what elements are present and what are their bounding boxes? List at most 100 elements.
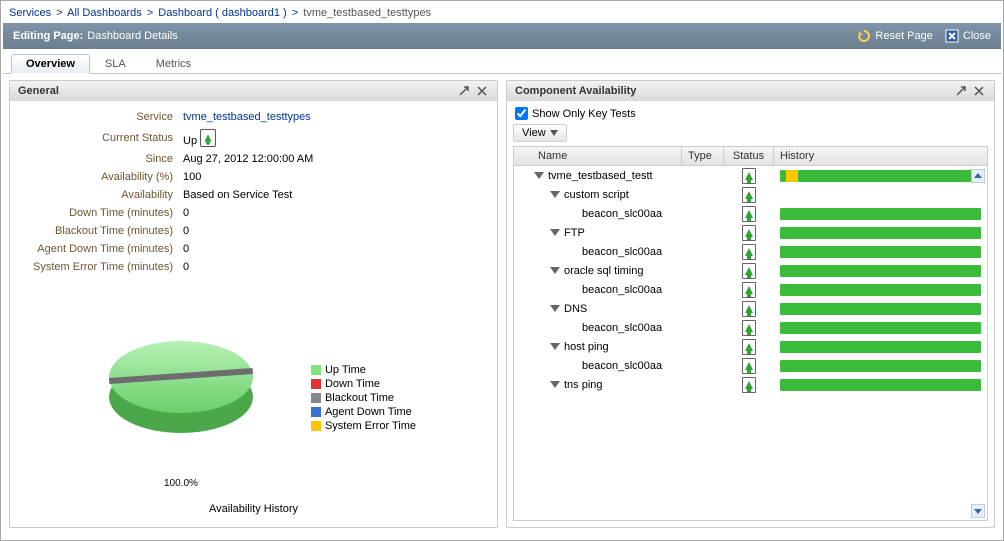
tab-metrics[interactable]: Metrics <box>141 54 206 74</box>
legend-item: Down Time <box>311 378 416 390</box>
down-time-value: 0 <box>179 205 485 221</box>
show-only-checkbox-input[interactable] <box>515 107 528 120</box>
row-status <box>724 339 774 355</box>
status-up-icon <box>742 244 756 260</box>
panel-close-icon[interactable] <box>475 84 489 98</box>
legend-label: Agent Down Time <box>325 406 412 418</box>
legend-swatch <box>311 421 321 431</box>
component-grid: Name Type Status History tvme_testbased_… <box>513 146 988 521</box>
editing-bar: Editing Page: Dashboard Details Reset Pa… <box>3 23 1001 49</box>
breadcrumb-link[interactable]: Dashboard ( dashboard1 ) <box>158 7 286 19</box>
legend-swatch <box>311 365 321 375</box>
row-history <box>774 246 987 258</box>
table-row[interactable]: beacon_slc00aa <box>514 356 987 375</box>
service-link[interactable]: tvme_testbased_testtypes <box>183 111 311 123</box>
tree-expand-icon[interactable] <box>550 381 560 388</box>
tree-expand-icon[interactable] <box>550 343 560 350</box>
view-menu[interactable]: View <box>513 124 567 142</box>
history-bar <box>780 360 981 372</box>
row-status <box>724 244 774 260</box>
breadcrumb: Services > All Dashboards > Dashboard ( … <box>3 3 1001 23</box>
status-up-icon <box>742 358 756 374</box>
breadcrumb-link[interactable]: Services <box>9 7 51 19</box>
tree-expand-icon[interactable] <box>534 172 544 179</box>
panel-close-icon[interactable] <box>972 84 986 98</box>
row-status <box>724 187 774 203</box>
reset-page-button[interactable]: Reset Page <box>857 29 932 43</box>
status-up-icon <box>742 263 756 279</box>
scroll-down-icon[interactable] <box>971 504 985 518</box>
status-up-icon <box>742 187 756 203</box>
row-name: beacon_slc00aa <box>532 322 682 334</box>
availability-pie-chart <box>101 307 261 467</box>
tab-sla[interactable]: SLA <box>90 54 141 74</box>
history-bar <box>780 265 981 277</box>
scroll-up-icon[interactable] <box>971 169 985 183</box>
table-row[interactable]: beacon_slc00aa <box>514 280 987 299</box>
table-row[interactable]: custom script <box>514 185 987 204</box>
panel-title: General <box>18 85 453 97</box>
history-bar <box>780 208 981 220</box>
table-row[interactable]: host ping <box>514 337 987 356</box>
status-up-icon <box>742 377 756 393</box>
legend-item: Agent Down Time <box>311 406 416 418</box>
tree-expand-icon[interactable] <box>550 305 560 312</box>
legend-item: Up Time <box>311 364 416 376</box>
tree-expand-icon[interactable] <box>550 267 560 274</box>
history-bar <box>780 284 981 296</box>
history-bar <box>780 322 981 334</box>
availability-value: Based on Service Test <box>179 187 485 203</box>
tab-overview[interactable]: Overview <box>11 54 90 74</box>
history-segment-warning <box>786 170 798 182</box>
col-history[interactable]: History <box>774 147 987 165</box>
since-value: Aug 27, 2012 12:00:00 AM <box>179 151 485 167</box>
row-status <box>724 263 774 279</box>
row-name: beacon_slc00aa <box>532 284 682 296</box>
row-status <box>724 225 774 241</box>
row-status <box>724 282 774 298</box>
history-bar <box>780 170 981 182</box>
status-up-icon <box>742 320 756 336</box>
breadcrumb-link[interactable]: All Dashboards <box>67 7 142 19</box>
tree-expand-icon[interactable] <box>550 229 560 236</box>
row-name: beacon_slc00aa <box>532 208 682 220</box>
show-only-key-tests-checkbox[interactable]: Show Only Key Tests <box>515 107 988 120</box>
row-history <box>774 227 987 239</box>
history-bar <box>780 246 981 258</box>
legend-item: Blackout Time <box>311 392 416 404</box>
table-row[interactable]: tns ping <box>514 375 987 394</box>
syserr-time-value: 0 <box>179 259 485 275</box>
detach-icon[interactable] <box>457 84 471 98</box>
table-row[interactable]: tvme_testbased_testt <box>514 166 987 185</box>
tabs: Overview SLA Metrics <box>3 49 1001 74</box>
history-bar <box>780 227 981 239</box>
row-name: beacon_slc00aa <box>532 360 682 372</box>
history-bar <box>780 303 981 315</box>
row-history <box>774 322 987 334</box>
legend-label: Up Time <box>325 364 366 376</box>
legend-label: Blackout Time <box>325 392 394 404</box>
legend-swatch <box>311 407 321 417</box>
table-row[interactable]: beacon_slc00aa <box>514 204 987 223</box>
status-up-icon <box>742 301 756 317</box>
legend-item: System Error Time <box>311 420 416 432</box>
legend-label: Down Time <box>325 378 380 390</box>
close-icon <box>945 29 959 43</box>
table-row[interactable]: oracle sql timing <box>514 261 987 280</box>
row-history <box>774 303 987 315</box>
status-up-icon <box>742 168 756 184</box>
table-row[interactable]: FTP <box>514 223 987 242</box>
col-name[interactable]: Name <box>532 147 682 165</box>
row-history <box>774 265 987 277</box>
row-history <box>774 208 987 220</box>
close-button[interactable]: Close <box>945 29 991 43</box>
detach-icon[interactable] <box>954 84 968 98</box>
col-type[interactable]: Type <box>682 147 724 165</box>
tree-expand-icon[interactable] <box>550 191 560 198</box>
row-name: tns ping <box>532 379 682 391</box>
table-row[interactable]: beacon_slc00aa <box>514 318 987 337</box>
row-status <box>724 358 774 374</box>
col-status[interactable]: Status <box>724 147 774 165</box>
table-row[interactable]: DNS <box>514 299 987 318</box>
table-row[interactable]: beacon_slc00aa <box>514 242 987 261</box>
